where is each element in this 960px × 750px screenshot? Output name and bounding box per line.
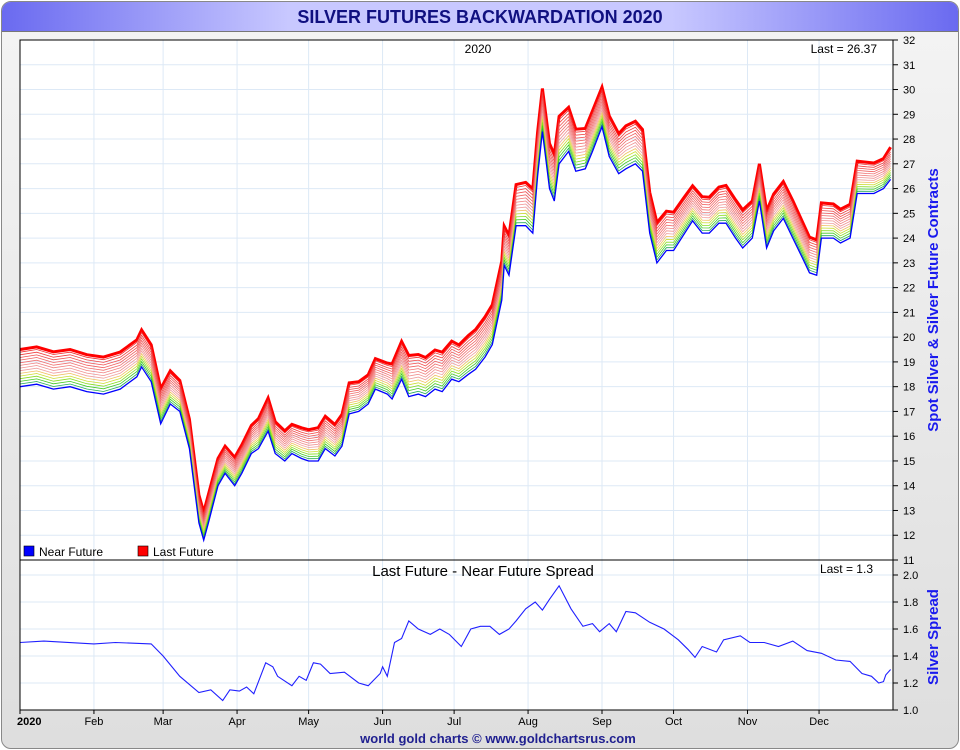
y-tick-label: 26 [903,184,915,196]
plot-background [20,40,893,710]
y-tick-label: 25 [903,208,915,220]
y-tick-label: 27 [903,159,915,171]
y-tick-label: 32 [903,35,915,47]
y-tick-label: 31 [903,60,915,72]
spread-tick-label: 1.0 [903,705,918,717]
x-tick-label: Nov [738,716,758,728]
x-tick-label: May [298,716,319,728]
spread-tick-label: 2.0 [903,570,918,582]
x-tick-label: Apr [228,716,245,728]
y-tick-label: 21 [903,307,915,319]
x-tick-label: Jun [374,716,392,728]
y-tick-label: 20 [903,332,915,344]
footer-credit: world gold charts © www.goldchartsrus.co… [359,731,636,746]
y-tick-label: 15 [903,456,915,468]
spread-tick-label: 1.8 [903,597,918,609]
x-tick-label: Oct [665,716,682,728]
x-tick-label: Sep [592,716,612,728]
legend-label: Near Future [39,545,103,559]
y-tick-label: 30 [903,85,915,97]
y-tick-label: 17 [903,406,915,418]
x-tick-label: 2020 [17,716,41,728]
y-tick-label: 14 [903,481,915,493]
y-tick-label: 28 [903,134,915,146]
x-tick-label: Aug [518,716,538,728]
y-tick-label: 19 [903,357,915,369]
x-tick-label: Dec [809,716,829,728]
y-tick-label: 23 [903,258,915,270]
y-tick-label: 12 [903,530,915,542]
legend-swatch [137,545,149,557]
spread-tick-label: 1.6 [903,624,918,636]
y-tick-label: 13 [903,505,915,517]
y-axis-title: Spot Silver & Silver Future Contracts [925,168,942,431]
top-panel-title: 2020 [465,42,492,56]
legend-swatch [23,545,35,557]
top-last-value: Last = 26.37 [811,42,878,56]
x-tick-label: Mar [154,716,173,728]
y-tick-label: 29 [903,109,915,121]
spread-tick-label: 1.2 [903,678,918,690]
legend-label: Last Future [153,545,214,559]
y-tick-label: 11 [903,555,914,567]
spread-tick-label: 1.4 [903,651,918,663]
chart-canvas: 11 12 13 14 15 16 17 18 19 20 21 22 23 24 25 26 27 28 29 30… [17,35,942,746]
spread-last-value: Last = 1.3 [820,562,873,576]
y-tick-label: 24 [903,233,915,245]
spread-panel-title: Last Future - Near Future Spread [372,563,594,580]
y-tick-label: 16 [903,431,915,443]
x-tick-label: Jul [447,716,461,728]
y-tick-label: 22 [903,283,915,295]
y-tick-label: 18 [903,382,915,394]
spread-axis-title: Silver Spread [925,589,942,685]
x-tick-label: Feb [84,716,103,728]
